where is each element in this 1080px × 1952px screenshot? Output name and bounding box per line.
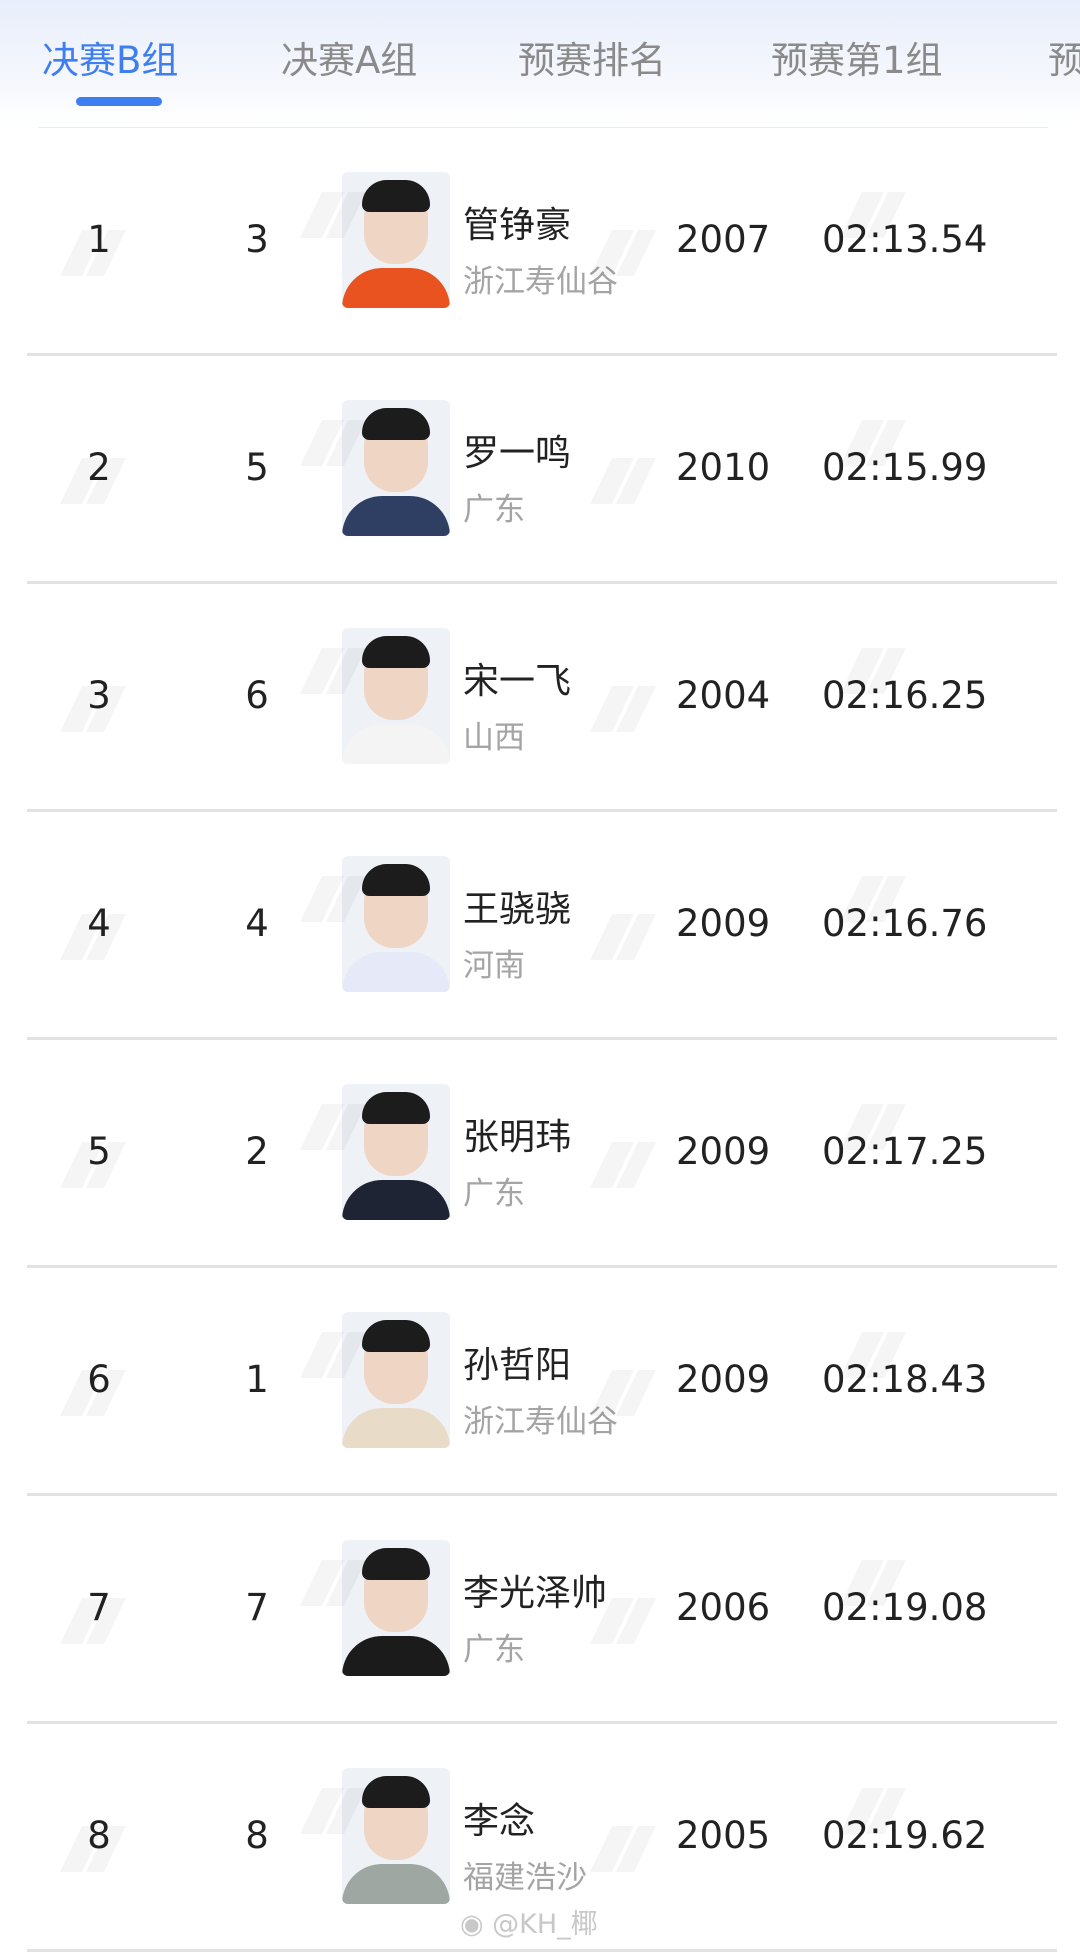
athlete-name: 管铮豪 [463, 205, 572, 246]
athlete-photo [342, 1540, 450, 1676]
finish-time: 02:16.76 [822, 902, 988, 945]
athlete-name: 孙哲阳 [463, 1345, 572, 1386]
athlete-name: 王骁骁 [463, 889, 572, 930]
athlete-photo-body [342, 1636, 450, 1676]
lane: 1 [245, 1358, 269, 1401]
lane: 7 [245, 1586, 269, 1629]
lane: 4 [245, 902, 269, 945]
finish-time: 02:17.25 [822, 1130, 988, 1173]
athlete-team: 浙江寿仙谷 [463, 1404, 618, 1440]
birth-year: 2006 [676, 1586, 771, 1629]
athlete-name: 罗一鸣 [463, 433, 572, 474]
athlete-photo [342, 400, 450, 536]
athlete-team: 广东 [463, 492, 525, 528]
athlete-photo-hair [362, 408, 430, 440]
athlete-team: 广东 [463, 1632, 525, 1668]
result-row[interactable]: 3 6 宋一飞山西 2004 02:16.25 [0, 584, 1080, 812]
tab-prelim-heat-1[interactable]: 预赛第1组 [771, 30, 943, 84]
athlete-photo-hair [362, 1320, 430, 1352]
birth-year: 2010 [676, 446, 771, 489]
athlete-photo [342, 1084, 450, 1220]
birth-year: 2007 [676, 218, 771, 261]
athlete-photo-body [342, 724, 450, 764]
athlete-photo-body [342, 952, 450, 992]
athlete-photo-body [342, 268, 450, 308]
rank: 5 [87, 1130, 111, 1173]
rank: 1 [87, 218, 111, 261]
athlete-name: 宋一飞 [463, 661, 572, 702]
athlete-photo-body [342, 1180, 450, 1220]
birth-year: 2005 [676, 1814, 771, 1857]
birth-year: 2009 [676, 902, 771, 945]
active-tab-indicator [76, 97, 162, 106]
athlete-photo [342, 1768, 450, 1904]
lane: 3 [245, 218, 269, 261]
athlete-photo-hair [362, 1776, 430, 1808]
credit-text: @KH_椰 [492, 1909, 598, 1940]
athlete-team: 山西 [463, 720, 525, 756]
tab-prelim-more[interactable]: 预 [1048, 30, 1080, 84]
tab-final-a[interactable]: 决赛A组 [281, 30, 417, 84]
athlete-photo-hair [362, 180, 430, 212]
finish-time: 02:19.62 [822, 1814, 988, 1857]
finish-time: 02:16.25 [822, 674, 988, 717]
result-row[interactable]: 5 2 张明玮广东 2009 02:17.25 [0, 1040, 1080, 1268]
tab-final-b[interactable]: 决赛B组 [42, 30, 178, 84]
tab-prelim-ranking[interactable]: 预赛排名 [518, 30, 666, 84]
weibo-credit: ◉ @KH_椰 [460, 1902, 598, 1941]
athlete-photo [342, 1312, 450, 1448]
athlete-photo-body [342, 496, 450, 536]
finish-time: 02:13.54 [822, 218, 988, 261]
result-row[interactable]: 4 4 王骁骁河南 2009 02:16.76 [0, 812, 1080, 1040]
athlete-photo-body [342, 1408, 450, 1448]
result-row[interactable]: 2 5 罗一鸣广东 2010 02:15.99 [0, 356, 1080, 584]
rank: 4 [87, 902, 111, 945]
athlete-photo [342, 628, 450, 764]
athlete-team: 福建浩沙 [463, 1860, 587, 1896]
lane: 6 [245, 674, 269, 717]
birth-year: 2004 [676, 674, 771, 717]
athlete-photo [342, 172, 450, 308]
tab-bar: 决赛B组 决赛A组 预赛排名 预赛第1组 预 [0, 0, 1080, 122]
athlete-photo-hair [362, 864, 430, 896]
birth-year: 2009 [676, 1130, 771, 1173]
finish-time: 02:19.08 [822, 1586, 988, 1629]
rank: 2 [87, 446, 111, 489]
athlete-photo-hair [362, 636, 430, 668]
lane: 5 [245, 446, 269, 489]
result-row[interactable]: 7 7 李光泽帅广东 2006 02:19.08 [0, 1496, 1080, 1724]
athlete-name: 张明玮 [463, 1117, 572, 1158]
athlete-team: 浙江寿仙谷 [463, 264, 618, 300]
athlete-name: 李光泽帅 [463, 1573, 608, 1614]
result-row[interactable]: 6 1 孙哲阳浙江寿仙谷 2009 02:18.43 [0, 1268, 1080, 1496]
birth-year: 2009 [676, 1358, 771, 1401]
finish-time: 02:18.43 [822, 1358, 988, 1401]
lane: 8 [245, 1814, 269, 1857]
athlete-name: 李念 [463, 1801, 536, 1842]
athlete-photo-hair [362, 1092, 430, 1124]
rank: 7 [87, 1586, 111, 1629]
athlete-team: 广东 [463, 1176, 525, 1212]
athlete-photo-body [342, 1864, 450, 1904]
rank: 8 [87, 1814, 111, 1857]
finish-time: 02:15.99 [822, 446, 988, 489]
lane: 2 [245, 1130, 269, 1173]
athlete-photo-hair [362, 1548, 430, 1580]
rank: 6 [87, 1358, 111, 1401]
weibo-icon: ◉ [460, 1909, 484, 1940]
athlete-team: 河南 [463, 948, 525, 984]
athlete-photo [342, 856, 450, 992]
rank: 3 [87, 674, 111, 717]
result-row[interactable]: 1 3 管铮豪浙江寿仙谷 2007 02:13.54 [0, 128, 1080, 356]
